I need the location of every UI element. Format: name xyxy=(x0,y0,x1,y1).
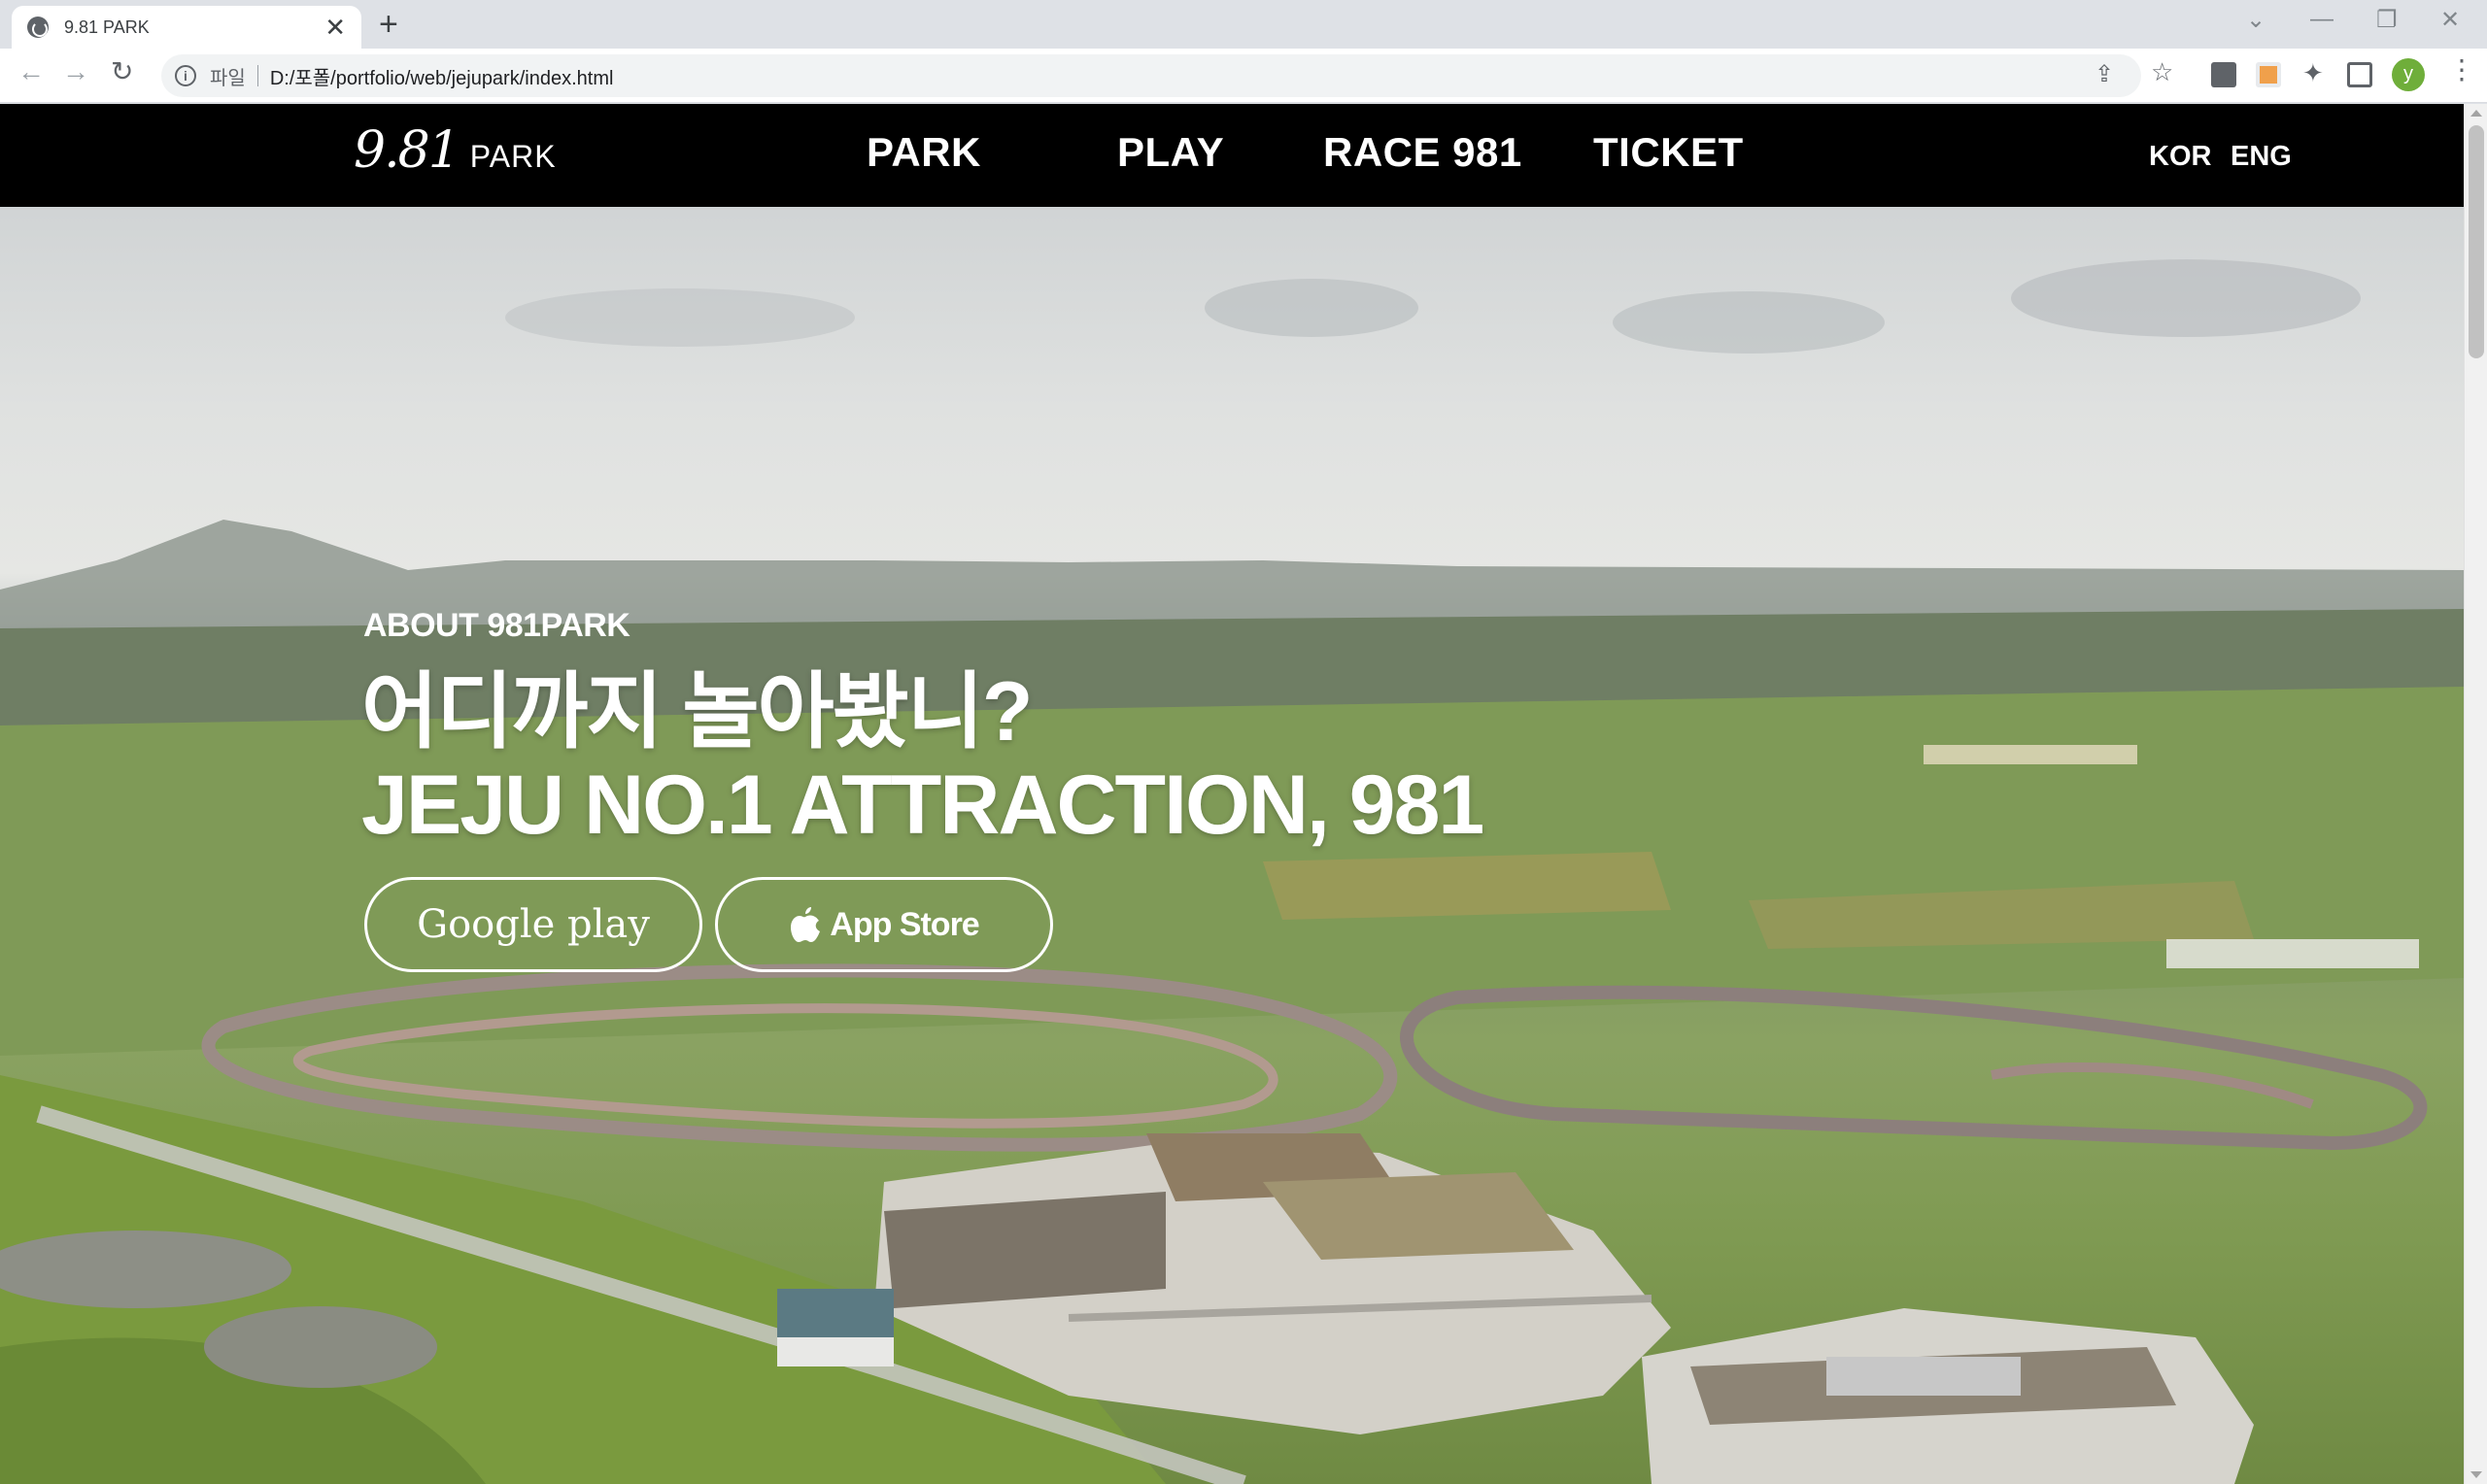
plus-icon[interactable]: + xyxy=(379,8,398,41)
back-icon[interactable]: ← xyxy=(17,58,45,85)
headline-line-2: JEJU NO.1 ATTRACTION, 981 xyxy=(361,759,1484,852)
lang-kor[interactable]: KOR xyxy=(2149,141,2211,173)
nav-item-park[interactable]: PARK xyxy=(867,129,981,176)
headline-line-1: 어디까지 놀아봤니? xyxy=(361,665,1033,759)
window-close-icon[interactable]: ✕ xyxy=(2440,6,2460,34)
scheme-label: 파일 xyxy=(210,67,246,89)
side-panel-icon[interactable] xyxy=(2347,62,2372,87)
url-text[interactable]: D:/포폴/portfolio/web/jejupark/index.html xyxy=(270,62,614,90)
globe-icon xyxy=(27,17,49,38)
nav-item-ticket[interactable]: TICKET xyxy=(1593,129,1744,176)
nav-item-race-981[interactable]: RACE 981 xyxy=(1323,129,1522,176)
browser-toolbar: ← → ↻ i 파일 D:/포폴/portfolio/web/jejupark/… xyxy=(0,49,2487,103)
section-label: ABOUT 981PARK xyxy=(363,607,630,644)
avatar[interactable]: y xyxy=(2392,58,2425,91)
apple-icon xyxy=(791,907,821,942)
close-icon[interactable]: ✕ xyxy=(324,15,346,40)
lang-eng[interactable]: ENG xyxy=(2231,141,2292,173)
site-header: 9.81 PARK PARK PLAY RACE 981 TICKET KOR … xyxy=(0,104,2464,207)
tab-search-icon[interactable]: ⌄ xyxy=(2246,6,2266,34)
google-play-button[interactable]: Google play xyxy=(364,877,702,972)
info-icon[interactable]: i xyxy=(175,65,196,86)
app-store-label: App Store xyxy=(830,905,979,943)
hero-headline: 어디까지 놀아봤니? JEJU NO.1 ATTRACTION, 981 xyxy=(361,665,1484,852)
address-bar[interactable]: i 파일 D:/포폴/portfolio/web/jejupark/index.… xyxy=(161,54,2141,97)
restore-icon[interactable]: ❐ xyxy=(2376,6,2398,34)
puzzle-icon[interactable]: ✦ xyxy=(2302,58,2328,87)
scroll-down-icon[interactable] xyxy=(2470,1471,2482,1478)
divider xyxy=(256,65,258,86)
forward-icon[interactable]: → xyxy=(62,58,89,85)
tab-title: 9.81 PARK xyxy=(64,17,150,37)
hero-section: 9.81 PARK PARK PLAY RACE 981 TICKET KOR … xyxy=(0,104,2464,1484)
nav-item-play[interactable]: PLAY xyxy=(1117,129,1224,176)
tab-strip: 9.81 PARK ✕ + ⌄ — ❐ ✕ xyxy=(0,0,2487,49)
extension-icon[interactable] xyxy=(2211,62,2236,87)
menu-icon[interactable]: ⋮ xyxy=(2448,56,2475,84)
logo-word: PARK xyxy=(469,139,557,174)
scrollbar-thumb[interactable] xyxy=(2469,125,2484,358)
share-icon[interactable]: ⇪ xyxy=(2095,63,2114,86)
logo-number: 9.81 xyxy=(354,121,460,180)
extension-icon[interactable] xyxy=(2256,62,2281,87)
site-logo[interactable]: 9.81 PARK xyxy=(354,121,557,180)
reload-icon[interactable]: ↻ xyxy=(111,58,133,85)
scroll-up-icon[interactable] xyxy=(2470,110,2482,117)
star-icon[interactable]: ☆ xyxy=(2151,57,2173,87)
app-store-button[interactable]: App Store xyxy=(715,877,1053,972)
page-scrollbar[interactable] xyxy=(2464,104,2487,1484)
minimize-icon[interactable]: — xyxy=(2310,6,2334,33)
google-play-label: Google play xyxy=(417,902,650,947)
page-viewport: 9.81 PARK PARK PLAY RACE 981 TICKET KOR … xyxy=(0,104,2487,1484)
browser-tab[interactable]: 9.81 PARK ✕ xyxy=(12,6,361,49)
